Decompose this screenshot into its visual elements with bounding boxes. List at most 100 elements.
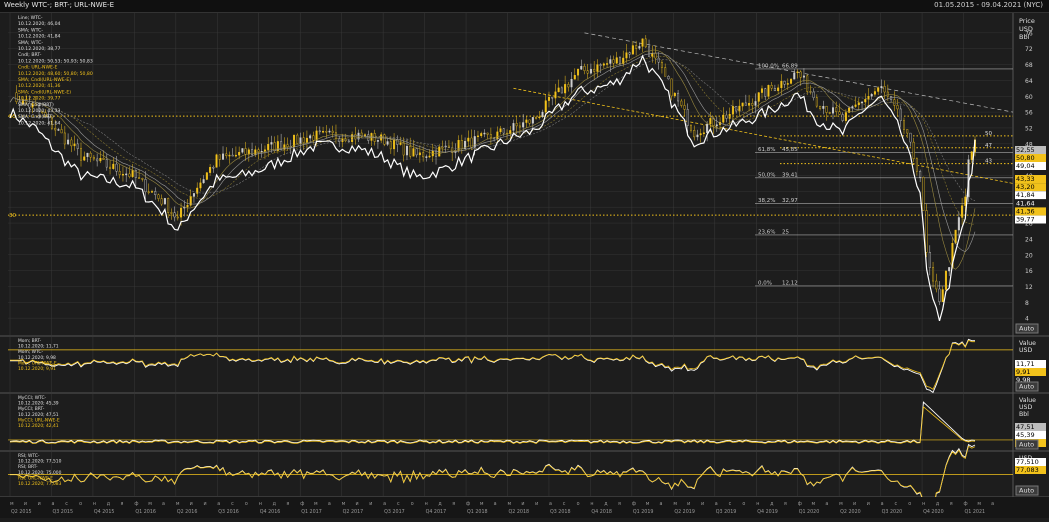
x-axis-quarter-label: Q4 2019 <box>757 509 778 515</box>
candle-body <box>906 129 909 134</box>
candle-body <box>751 102 754 106</box>
main-legend-entry: Line; WTC- <box>18 15 43 21</box>
candle-body <box>125 173 128 176</box>
candle-body <box>631 45 634 55</box>
mom-legend-entry: 10.12.2020; 9,91 <box>18 366 56 372</box>
chart-area[interactable]: 767268646056524844403632282420161284Pric… <box>0 13 1049 522</box>
candle-body <box>393 139 396 150</box>
price-tick-label: 24 <box>1025 236 1033 243</box>
candle-body <box>121 173 124 176</box>
candle-body <box>128 173 131 177</box>
candle-body <box>835 107 838 112</box>
candle-body <box>109 166 112 169</box>
candle-body <box>299 137 302 144</box>
price-badge-text: 41,64 <box>1016 199 1035 207</box>
candle-body <box>551 96 554 99</box>
candle-body <box>515 123 518 127</box>
rsi-legend-entry: 10.12.2020; 75,000 <box>18 470 62 476</box>
candle-body <box>628 52 631 55</box>
candle-body <box>864 99 867 103</box>
candle-body <box>825 105 828 113</box>
candle-body <box>854 104 857 107</box>
mom-axis-title: USD <box>1019 347 1032 354</box>
x-axis-month-label: о <box>577 502 580 507</box>
candle-body <box>544 100 547 113</box>
candle-body <box>222 153 225 160</box>
candle-body <box>531 117 534 124</box>
candle-body <box>696 134 699 138</box>
candle-body <box>60 129 63 134</box>
x-axis-month-label: н <box>590 502 593 507</box>
candle-body <box>861 101 864 104</box>
candle-body <box>796 71 799 74</box>
candle-body <box>15 92 18 102</box>
candle-body <box>144 179 147 193</box>
candle-body <box>99 158 102 162</box>
candle-body <box>202 179 205 184</box>
chart-canvas[interactable]: 767268646056524844403632282420161284Pric… <box>0 13 1049 522</box>
candle-body <box>547 96 550 101</box>
candle-body <box>844 112 847 121</box>
candle-body <box>441 146 444 149</box>
candle-body <box>502 128 505 134</box>
x-axis-month-label: м <box>148 502 152 507</box>
x-axis-month-label: м <box>646 502 650 507</box>
candle-body <box>770 85 773 89</box>
x-axis-month-label: ф <box>300 501 304 507</box>
candle-body <box>686 109 689 126</box>
candle-body <box>602 63 605 66</box>
candle-body <box>115 163 118 172</box>
candle-body <box>857 102 860 106</box>
candle-body <box>925 210 928 253</box>
candle-body <box>96 158 99 162</box>
fib-level-pct: 50,0% <box>758 172 775 178</box>
candle-body <box>538 116 541 119</box>
candle-body <box>138 177 141 179</box>
candle-body <box>92 156 95 160</box>
main-legend-entry: 10.12.2020; 41,64 <box>18 120 61 126</box>
price-tick-label: 56 <box>1025 110 1033 117</box>
candle-body <box>541 111 544 118</box>
candle-body <box>893 99 896 106</box>
candle-body <box>644 38 647 48</box>
main-legend-entry: 10.12.2020; 48,60; 50,80; 50,80 <box>18 71 93 77</box>
x-axis-quarter-label: Q1 2021 <box>965 509 986 515</box>
candle-body <box>909 132 912 143</box>
candle-body <box>257 149 260 152</box>
x-axis-quarter-label: Q3 2017 <box>384 509 405 515</box>
x-axis-quarter-label: Q2 2019 <box>674 509 695 515</box>
candle-body <box>812 91 815 98</box>
candle-body <box>618 57 621 64</box>
x-axis-month-label: и <box>853 502 856 507</box>
candle-body <box>760 88 763 93</box>
candle-body <box>799 71 802 78</box>
candle-body <box>786 83 789 85</box>
candle-body <box>741 102 744 107</box>
candle-body <box>80 148 83 161</box>
candle-body <box>305 137 308 143</box>
x-axis-month-label: я <box>618 502 621 507</box>
candle-body <box>870 94 873 97</box>
x-axis-quarter-label: Q3 2020 <box>882 509 903 515</box>
candle-body <box>86 152 89 157</box>
candle-body <box>331 130 334 133</box>
candle-body <box>160 198 163 205</box>
fib-level-pct: 100,0% <box>758 63 779 69</box>
candle-body <box>528 119 531 124</box>
candle-body <box>380 134 383 141</box>
fib-level-pct: 0,0% <box>758 280 772 286</box>
x-axis-month-label: с <box>563 502 566 507</box>
candle-body <box>151 191 154 193</box>
support-label: 30 <box>9 213 16 219</box>
candle-body <box>738 105 741 112</box>
macc-legend-entry: MyCCI; WTC- <box>18 395 47 401</box>
candle-body <box>428 155 431 158</box>
candle-body <box>790 78 793 84</box>
x-axis-quarter-label: Q1 2020 <box>799 509 820 515</box>
candle-body <box>296 134 299 144</box>
x-axis-month-label: н <box>922 502 925 507</box>
candle-body <box>315 130 318 141</box>
candle-body <box>476 135 479 138</box>
candle-body <box>638 46 641 49</box>
x-axis-quarter-label: Q1 2019 <box>633 509 654 515</box>
